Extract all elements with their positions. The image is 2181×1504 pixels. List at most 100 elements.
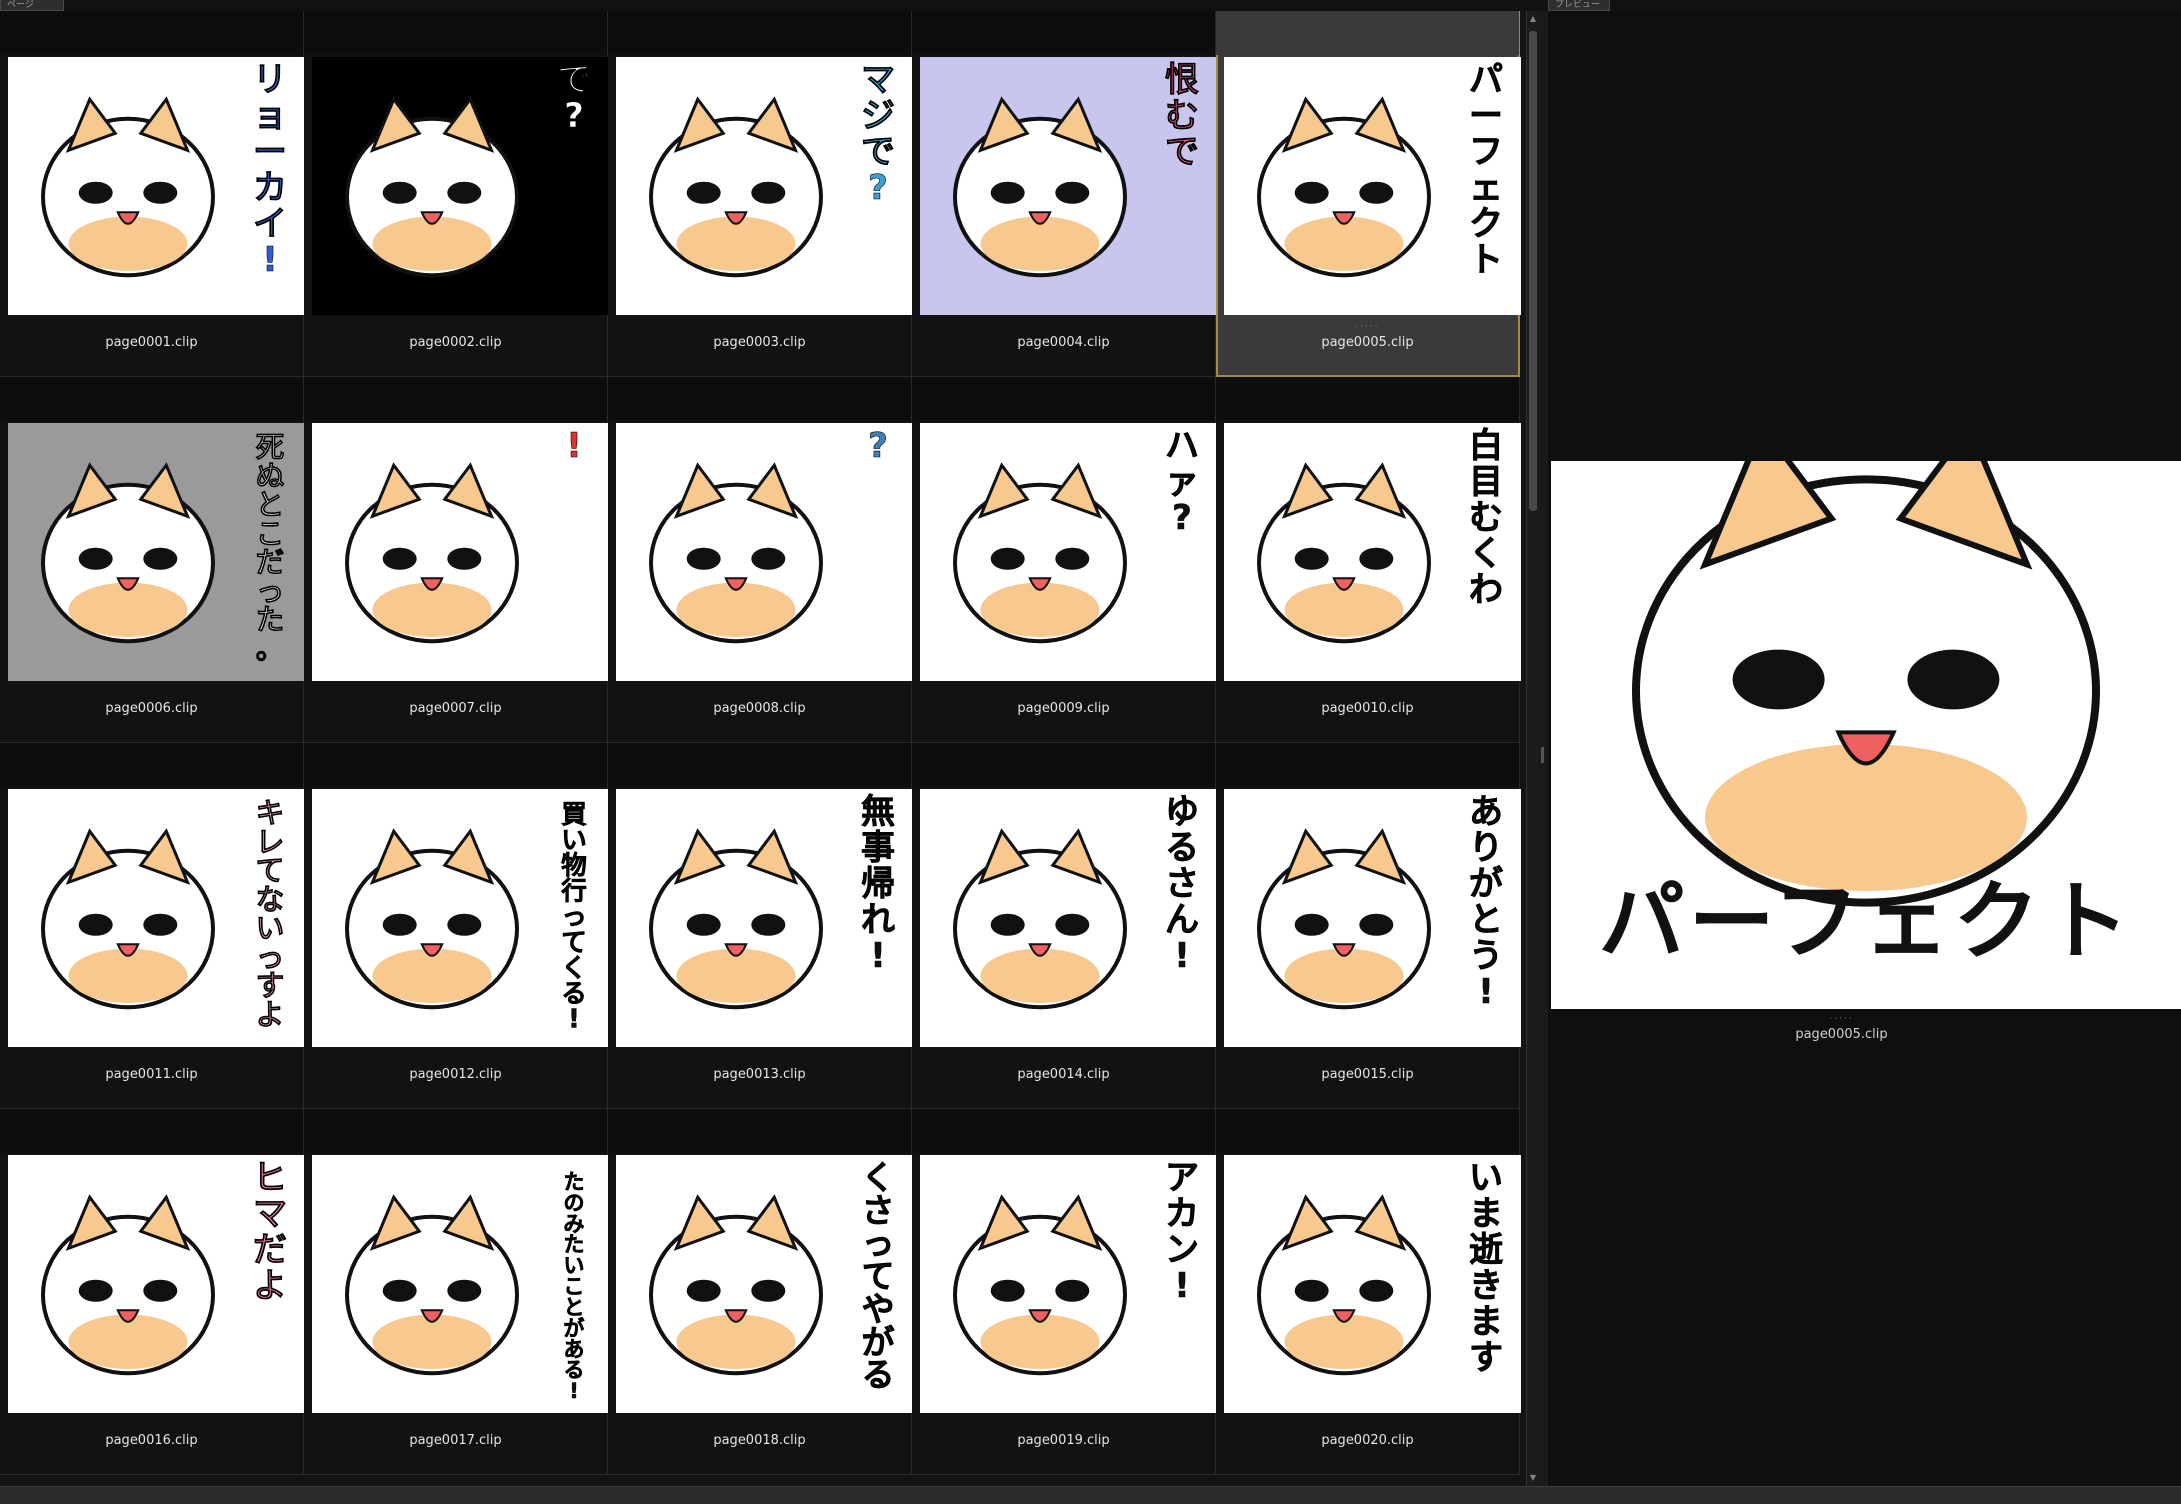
- selected-page-indicator: ·····: [1355, 322, 1380, 332]
- page-thumbnail-image[interactable]: で?: [312, 57, 609, 315]
- page-thumbnail-image[interactable]: ゆるさん!: [920, 789, 1217, 1047]
- cell-header: [912, 377, 1215, 421]
- svg-text:!: !: [1174, 936, 1190, 976]
- page-filename-label: page0005.clip: [1321, 335, 1414, 350]
- cell-header: [304, 1109, 607, 1153]
- page-thumbnail-image[interactable]: パーフェクト: [1224, 57, 1521, 315]
- svg-text:で: で: [557, 60, 591, 100]
- svg-text:パーフェクト: パーフェクト: [1599, 872, 2134, 972]
- page-filename-label: page0009.clip: [1017, 701, 1110, 716]
- status-bar: [0, 1486, 2181, 1504]
- svg-text:!: !: [566, 426, 582, 466]
- page-thumbnail-cell[interactable]: いま逝きます page0020.clip: [1216, 1109, 1521, 1475]
- page-thumbnail-image[interactable]: 白目むくわ: [1224, 423, 1521, 681]
- svg-text:ん: ん: [1165, 900, 1199, 940]
- page-filename-label: page0001.clip: [105, 335, 198, 350]
- page-thumbnail-image[interactable]: 恨むで: [920, 57, 1217, 315]
- svg-text:る: る: [1165, 828, 1199, 868]
- svg-text:!: !: [1174, 1266, 1190, 1306]
- svg-text:帰: 帰: [861, 864, 895, 904]
- preview-page-indicator: ·····: [1829, 1014, 1854, 1024]
- svg-text:。: 。: [256, 631, 285, 665]
- page-thumbnail-cell[interactable]: 無事帰れ! page0013.clip: [608, 743, 913, 1109]
- page-thumbnail-cell[interactable]: たのみたいことがある! page0017.clip: [304, 1109, 609, 1475]
- page-thumbnail-image[interactable]: ありがとう!: [1224, 789, 1521, 1047]
- page-filename-label: page0012.clip: [409, 1067, 502, 1082]
- page-thumbnail-image[interactable]: くさってやがる: [616, 1155, 913, 1413]
- page-thumbnail-cell[interactable]: 死ぬとこだった。 page0006.clip: [0, 377, 305, 743]
- page-filename-label: page0020.clip: [1321, 1433, 1414, 1448]
- page-thumbnail-cell[interactable]: パーフェクト ····· page0005.clip: [1216, 11, 1521, 377]
- page-thumbnail-image[interactable]: ハァ?: [920, 423, 1217, 681]
- page-filename-label: page0007.clip: [409, 701, 502, 716]
- page-thumbnail-image[interactable]: ?: [616, 423, 913, 681]
- svg-text:と: と: [1469, 900, 1503, 940]
- page-thumbnail-image[interactable]: たのみたいことがある!: [312, 1155, 609, 1413]
- svg-text:だ: だ: [253, 1230, 287, 1270]
- page-thumbnail-cell[interactable]: アカン! page0019.clip: [912, 1109, 1217, 1475]
- page-thumbnail-image[interactable]: !: [312, 423, 609, 681]
- page-thumbnail-image[interactable]: 無事帰れ!: [616, 789, 913, 1047]
- page-thumbnail-cell[interactable]: 買い物行ってくる! page0012.clip: [304, 743, 609, 1109]
- tab-pages[interactable]: ページ: [0, 0, 64, 11]
- svg-text:?: ?: [868, 426, 888, 466]
- page-thumbnail-image[interactable]: ヒマだよ: [8, 1155, 305, 1413]
- page-thumbnail-cell[interactable]: ? page0008.clip: [608, 377, 913, 743]
- svg-text:マ: マ: [253, 1194, 287, 1234]
- svg-text:ー: ー: [253, 132, 287, 172]
- cell-header: [1216, 11, 1519, 55]
- cell-header: [0, 377, 303, 421]
- cell-header: [1216, 1109, 1519, 1153]
- scroll-down-arrow-icon[interactable]: ▼: [1528, 1472, 1538, 1484]
- svg-text:ゆ: ゆ: [1165, 792, 1199, 832]
- svg-text:カ: カ: [253, 168, 287, 208]
- page-thumbnail-cell[interactable]: リョーカイ! page0001.clip: [0, 11, 305, 377]
- svg-text:マ: マ: [861, 60, 895, 100]
- page-thumbnail-cell[interactable]: キレてないっすよ page0011.clip: [0, 743, 305, 1109]
- svg-text:う: う: [1469, 936, 1503, 976]
- page-filename-label: page0011.clip: [105, 1067, 198, 1082]
- page-filename-label: page0010.clip: [1321, 701, 1414, 716]
- page-thumbnail-image[interactable]: いま逝きます: [1224, 1155, 1521, 1413]
- scrollbar-thumb[interactable]: [1529, 31, 1537, 511]
- cell-header: [304, 377, 607, 421]
- page-thumbnail-image[interactable]: アカン!: [920, 1155, 1217, 1413]
- page-filename-label: page0018.clip: [713, 1433, 806, 1448]
- page-thumbnail-cell[interactable]: マジで? page0003.clip: [608, 11, 913, 377]
- page-thumbnail-cell[interactable]: ありがとう! page0015.clip: [1216, 743, 1521, 1109]
- page-filename-label: page0013.clip: [713, 1067, 806, 1082]
- cell-header: [608, 377, 911, 421]
- svg-text:白: 白: [1469, 426, 1503, 466]
- page-thumbnail-cell[interactable]: で? page0002.clip: [304, 11, 609, 377]
- page-thumbnail-image[interactable]: リョーカイ!: [8, 57, 305, 315]
- svg-text:カ: カ: [1165, 1194, 1199, 1234]
- svg-text:す: す: [1469, 1338, 1503, 1378]
- tab-preview[interactable]: プレビュー: [1548, 0, 1610, 11]
- page-thumbnail-image[interactable]: 買い物行ってくる!: [312, 789, 609, 1047]
- page-filename-label: page0017.clip: [409, 1433, 502, 1448]
- svg-text:ェ: ェ: [1469, 168, 1503, 208]
- cell-header: [1216, 743, 1519, 787]
- svg-text:ク: ク: [1469, 204, 1503, 244]
- svg-text:で: で: [1165, 132, 1199, 172]
- svg-text:イ: イ: [253, 204, 287, 244]
- page-thumbnail-cell[interactable]: 恨むで page0004.clip: [912, 11, 1217, 377]
- page-thumbnail-cell[interactable]: ゆるさん! page0014.clip: [912, 743, 1217, 1109]
- panel-splitter[interactable]: [1538, 11, 1548, 1486]
- svg-text:る: る: [862, 1356, 895, 1394]
- page-thumbnail-image[interactable]: 死ぬとこだった。: [8, 423, 305, 681]
- page-thumbnail-cell[interactable]: 白目むくわ page0010.clip: [1216, 377, 1521, 743]
- page-thumbnail-image[interactable]: キレてないっすよ: [8, 789, 305, 1047]
- scroll-up-arrow-icon[interactable]: ▲: [1528, 13, 1538, 25]
- page-thumbnail-cell[interactable]: ! page0007.clip: [304, 377, 609, 743]
- page-filename-label: page0002.clip: [409, 335, 502, 350]
- page-thumbnail-cell[interactable]: くさってやがる page0018.clip: [608, 1109, 913, 1475]
- page-thumbnail-cell[interactable]: ヒマだよ page0016.clip: [0, 1109, 305, 1475]
- page-filename-label: page0014.clip: [1017, 1067, 1110, 1082]
- page-thumbnail-image[interactable]: マジで?: [616, 57, 913, 315]
- svg-text:?: ?: [564, 96, 584, 136]
- splitter-grip-icon: [1541, 747, 1544, 763]
- page-thumbnail-cell[interactable]: ハァ? page0009.clip: [912, 377, 1217, 743]
- preview-panel: パーフェクト ····· page0005.clip: [1548, 11, 2181, 1486]
- svg-text:り: り: [1469, 828, 1503, 868]
